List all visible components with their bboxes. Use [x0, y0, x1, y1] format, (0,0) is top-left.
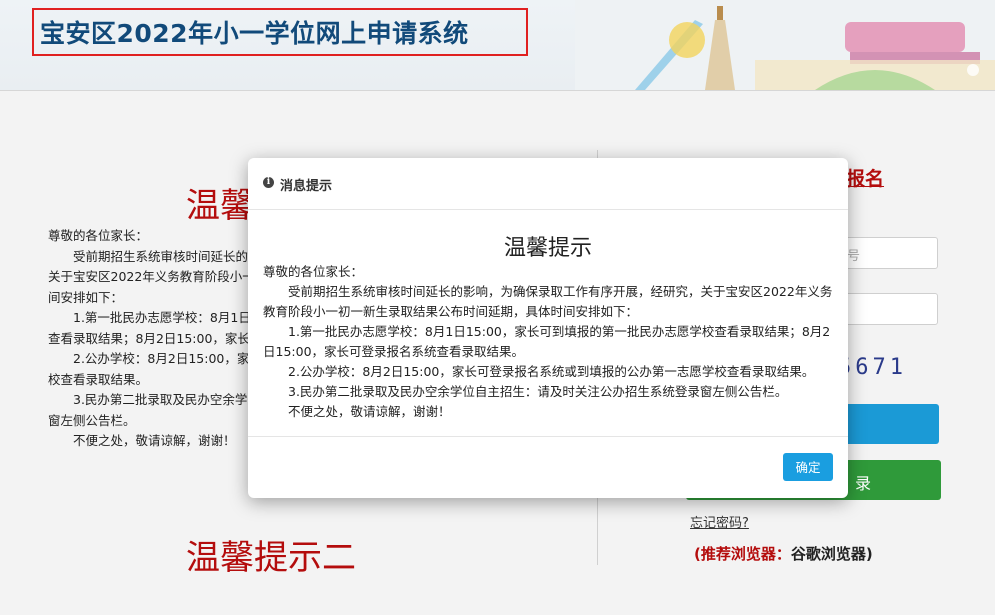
browser-tip-prefix: (推荐浏览器：	[694, 545, 791, 563]
dialog-header: i 消息提示	[248, 158, 848, 210]
dialog-body: 温馨提示 尊敬的各位家长： 受前期招生系统审核时间延长的影响，为确保录取工作有序…	[248, 210, 848, 436]
dialog-paragraph: 受前期招生系统审核时间延长的影响，为确保录取工作有序开展，经研究，关于宝安区20…	[263, 284, 833, 319]
dialog-paragraph: 尊敬的各位家长：	[263, 264, 364, 279]
info-icon: i	[263, 177, 274, 188]
dialog-paragraph: 3.民办第二批录取及民办空余学位自主招生：请及时关注公办招生系统登录窗左侧公告栏…	[288, 384, 788, 399]
apply-link[interactable]: 报名	[846, 164, 884, 191]
login-button-label: 录	[854, 474, 871, 493]
notice2-heading: 温馨提示二	[186, 538, 356, 578]
dialog-paragraph: 2.公办学校：8月2日15:00，家长可登录报名系统或到填报的公办第一志愿学校查…	[288, 364, 815, 379]
message-dialog: i 消息提示 温馨提示 尊敬的各位家长： 受前期招生系统审核时间延长的影响，为确…	[248, 158, 848, 498]
system-title: 宝安区2022年小一学位网上申请系统	[40, 19, 469, 48]
dialog-paragraph: 1.第一批民办志愿学校：8月1日15:00，家长可到填报的第一批民办志愿学校查看…	[263, 324, 831, 359]
forgot-password-link[interactable]: 忘记密码?	[690, 512, 749, 531]
username-placeholder: 号	[847, 249, 861, 264]
page-header: 宝安区2022年小一学位网上申请系统	[0, 0, 995, 91]
notice-heading: 温馨	[186, 186, 254, 226]
dialog-text: 尊敬的各位家长： 受前期招生系统审核时间延长的影响，为确保录取工作有序开展，经研…	[263, 262, 835, 422]
browser-recommendation: (推荐浏览器：谷歌浏览器)	[694, 543, 873, 564]
browser-tip-name: 谷歌浏览器)	[790, 545, 873, 563]
ok-button[interactable]: 确定	[783, 453, 833, 481]
dialog-paragraph: 不便之处，敬请谅解，谢谢！	[288, 404, 451, 419]
dialog-title: 消息提示	[280, 179, 333, 194]
header-decoration-illustration	[575, 0, 995, 90]
dialog-heading: 温馨提示	[503, 236, 592, 261]
dialog-footer: 确定	[248, 436, 848, 498]
captcha-image[interactable]: 5671	[838, 355, 907, 380]
